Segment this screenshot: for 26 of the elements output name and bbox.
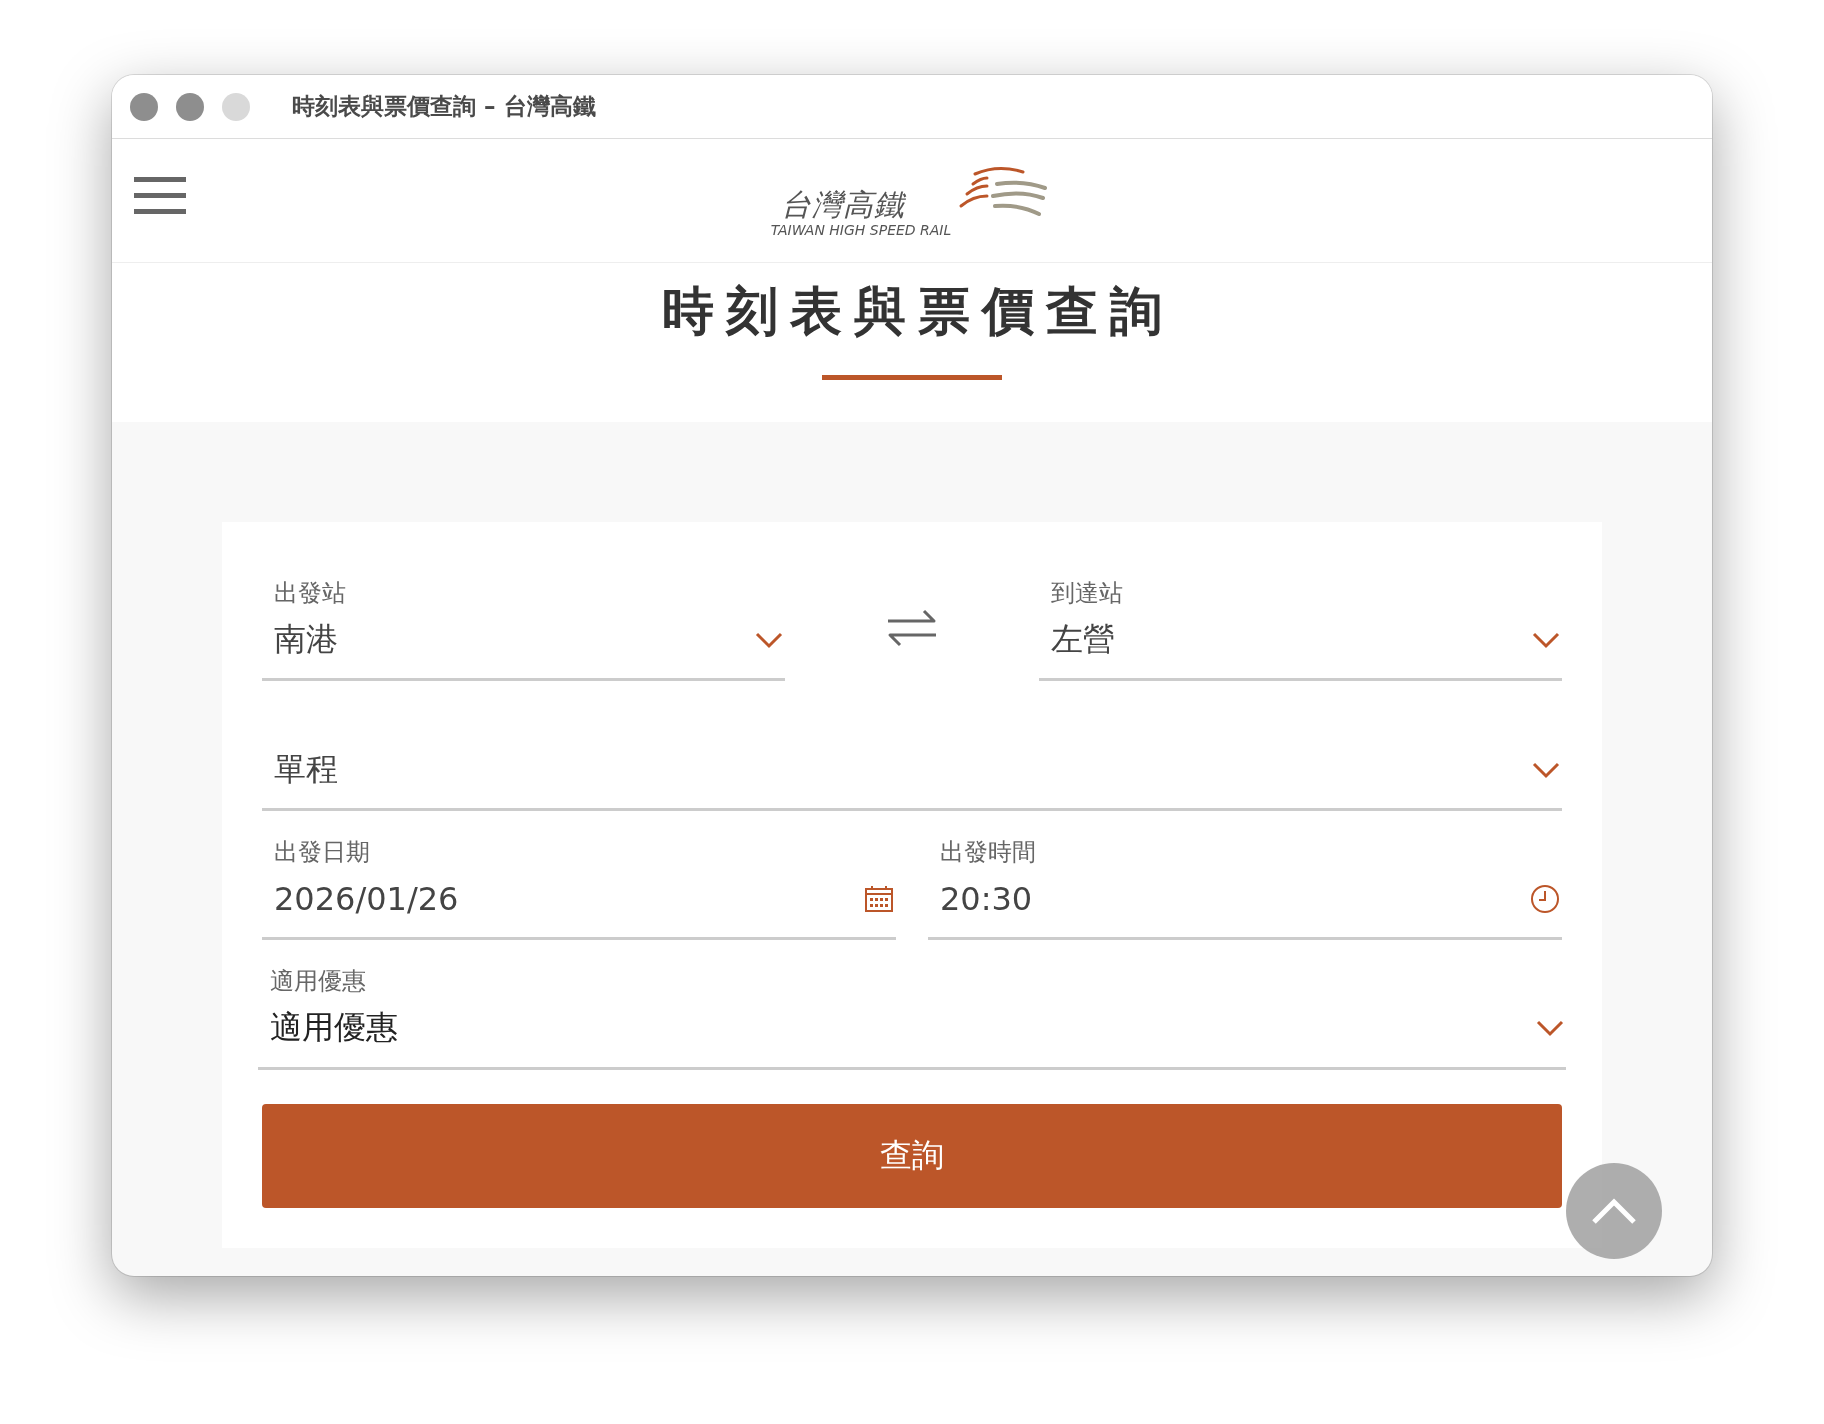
calendar-icon (864, 884, 894, 913)
field-label: 出發日期 (273, 837, 371, 869)
field-label: 出發站 (273, 578, 347, 609)
field-label: 出發時間 (939, 837, 1037, 869)
input-field[interactable]: 20:30 (928, 868, 1562, 941)
clock-icon (1530, 883, 1560, 914)
window-title: 時刻表與票價查詢 – 台灣高鐵 (292, 92, 596, 121)
chevron-down-icon (1536, 1019, 1564, 1038)
discount-select[interactable]: 適用優惠 (258, 997, 1566, 1070)
search-button[interactable]: 查詢 (262, 1103, 1562, 1208)
station-select[interactable]: 南港 (262, 609, 785, 682)
field-label: 適用優惠 (269, 966, 367, 998)
station-select[interactable]: 左營 (1039, 609, 1562, 682)
trip-type-select[interactable]: 單程 (262, 739, 1562, 812)
chevron-up-icon (1590, 1196, 1638, 1226)
minimize-button[interactable] (176, 92, 204, 121)
chevron-down-icon (755, 630, 783, 649)
page-title: 時刻表與票價查詢 (661, 280, 1174, 343)
close-button[interactable] (130, 92, 158, 121)
menu-button[interactable] (134, 177, 186, 215)
field-label: 到達站 (1050, 578, 1124, 609)
chevron-down-icon (1532, 630, 1560, 649)
logo-subtitle: TAIWAN HIGH SPEED RAIL (770, 220, 952, 240)
chevron-down-icon (1532, 760, 1560, 779)
logo-text: 台灣高鐵 (779, 187, 905, 221)
input-field[interactable]: 2026/01/26 (262, 868, 896, 941)
